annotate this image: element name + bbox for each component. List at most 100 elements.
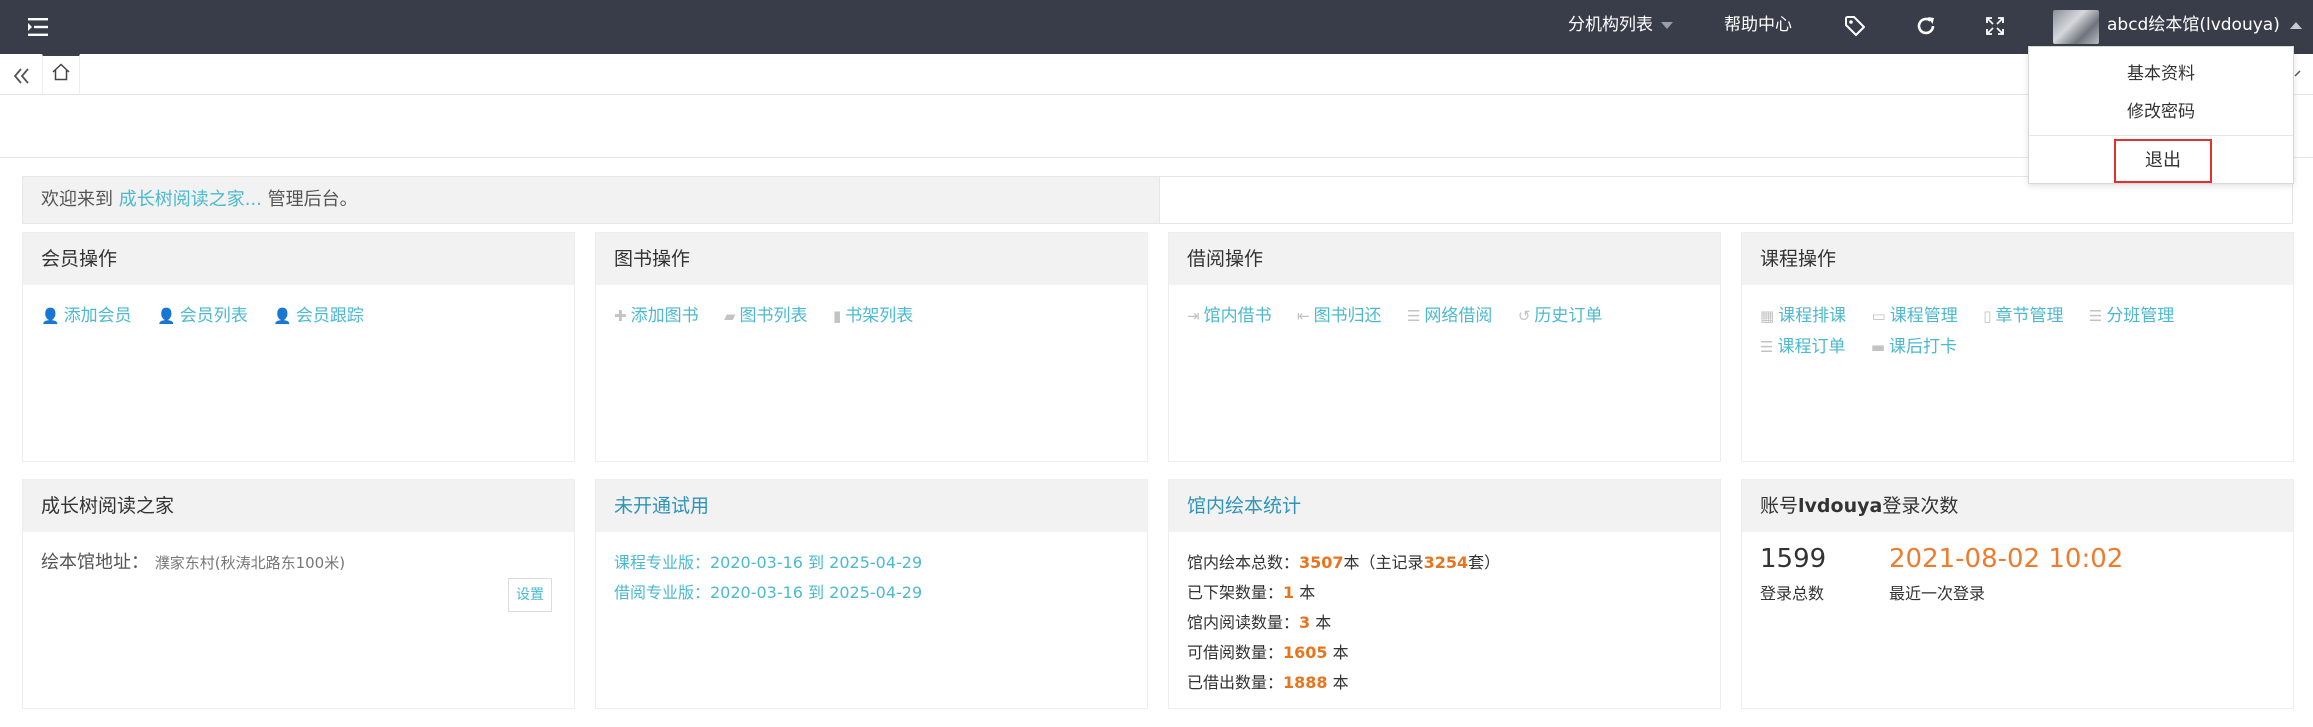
change-password-menu-item[interactable]: 修改密码 [2029, 97, 2293, 122]
member-list-link[interactable]: 👤 会员列表 [157, 301, 248, 332]
book-list-label: 图书列表 [739, 306, 808, 326]
trial-title[interactable]: 未开通试用 [596, 480, 1147, 532]
file-icon: ▯ [1983, 307, 1992, 325]
borrow-ops-list: ⇥ 馆内借书 ⇤ 图书归还 ☰ 网络借阅 ↺ 历史订单 [1169, 285, 1720, 348]
stat-total-unit: 本（主记录 [1343, 553, 1424, 572]
org-name-link[interactable]: 成长树阅读之家... [119, 189, 262, 210]
stat-reading-value: 3 [1299, 613, 1311, 632]
menu-toggle-icon[interactable] [25, 14, 51, 40]
address-label: 绘本馆地址： [41, 552, 149, 573]
stat-master-value: 3254 [1423, 553, 1469, 572]
checkin-link[interactable]: ▬ 课后打卡 [1871, 332, 1957, 363]
user-add-icon: 👤 [41, 307, 60, 325]
stat-off-value: 1 [1283, 583, 1295, 602]
trial-body: 课程专业版：2020-03-16 到 2025-04-29 借阅专业版：2020… [596, 532, 1147, 624]
add-book-link[interactable]: ✚ 添加图书 [614, 301, 699, 332]
add-book-label: 添加图书 [630, 306, 699, 326]
list-icon: ☰ [2088, 307, 2103, 325]
logout-menu-item[interactable]: 退出 [2114, 139, 2212, 183]
stat-total-label: 馆内绘本总数： [1187, 553, 1300, 572]
login-title-account: lvdouya [1798, 495, 1883, 517]
in-library-borrow-link[interactable]: ⇥ 馆内借书 [1187, 301, 1272, 332]
toolbar-strip [0, 95, 2313, 158]
book-ops-title: 图书操作 [596, 233, 1147, 285]
online-borrow-label: 网络借阅 [1424, 306, 1493, 326]
tab-bar [0, 54, 2313, 95]
user-name: abcd绘本馆(lvdouya) [2107, 15, 2280, 35]
stat-reading-label: 馆内阅读数量： [1187, 613, 1300, 632]
stat-available: 可借阅数量：1605 本 [1187, 638, 1702, 668]
tab-scroll-right-icon[interactable] [2293, 66, 2307, 80]
book-ops-card: 图书操作 ✚ 添加图书 ▰ 图书列表 ▮ 书架列表 [595, 232, 1148, 462]
stat-lent-label: 已借出数量： [1187, 673, 1284, 692]
member-tracking-label: 会员跟踪 [295, 306, 364, 326]
profile-menu-item[interactable]: 基本资料 [2029, 59, 2293, 84]
stat-off-shelf: 已下架数量：1 本 [1187, 578, 1702, 608]
borrow-ops-card: 借阅操作 ⇥ 馆内借书 ⇤ 图书归还 ☰ 网络借阅 ↺ 历史订单 [1168, 232, 1721, 462]
stat-available-value: 1605 [1283, 643, 1328, 662]
book-stats-card: 馆内绘本统计 馆内绘本总数：3507本（主记录3254套） 已下架数量：1 本 … [1168, 479, 1721, 709]
stat-off-label: 已下架数量： [1187, 583, 1284, 602]
last-login-label: 最近一次登录 [1889, 584, 1986, 603]
book-return-label: 图书归还 [1313, 306, 1382, 326]
course-pro-line: 课程专业版：2020-03-16 到 2025-04-29 [614, 553, 923, 572]
login-title-prefix: 账号 [1760, 495, 1799, 517]
book-list-link[interactable]: ▰ 图书列表 [724, 301, 808, 332]
stat-master-unit: 套） [1468, 553, 1501, 572]
stat-available-label: 可借阅数量： [1187, 643, 1284, 662]
history-orders-link[interactable]: ↺ 历史订单 [1518, 301, 1603, 332]
welcome-prefix: 欢迎来到 [41, 189, 113, 210]
avatar[interactable] [2053, 10, 2099, 44]
book-return-link[interactable]: ⇤ 图书归还 [1297, 301, 1382, 332]
branch-list-menu[interactable]: 分机构列表 [1568, 0, 1673, 54]
stat-unit: 本 [1315, 613, 1332, 632]
stat-unit: 本 [1299, 583, 1316, 602]
calendar-icon: ▦ [1760, 307, 1775, 325]
welcome-banner: 欢迎来到 成长树阅读之家... 管理后台。 [22, 176, 1160, 224]
help-center-link[interactable]: 帮助中心 [1724, 0, 1792, 54]
course-orders-link[interactable]: ☰ 课程订单 [1760, 332, 1845, 363]
help-center-label: 帮助中心 [1724, 15, 1792, 35]
member-tracking-link[interactable]: 👤 会员跟踪 [273, 301, 364, 332]
course-schedule-link[interactable]: ▦ 课程排课 [1760, 301, 1846, 332]
user-icon: 👤 [273, 307, 292, 325]
chevron-up-icon [2289, 21, 2302, 29]
chapter-manage-link[interactable]: ▯ 章节管理 [1983, 301, 2063, 332]
plus-icon: ✚ [614, 307, 627, 325]
checkin-label: 课后打卡 [1889, 337, 1958, 357]
address-value: 濮家东村(秋涛北路东100米) [154, 554, 346, 572]
add-member-link[interactable]: 👤 添加会员 [41, 301, 132, 332]
stat-total: 馆内绘本总数：3507本（主记录3254套） [1187, 548, 1702, 578]
online-borrow-link[interactable]: ☰ 网络借阅 [1407, 301, 1492, 332]
chevron-down-icon [1661, 21, 1673, 29]
refresh-icon[interactable] [1914, 14, 1938, 38]
chapter-manage-label: 章节管理 [1995, 306, 2064, 326]
bookmark-icon: ▮ [832, 307, 842, 325]
settings-button[interactable]: 设置 [508, 578, 552, 612]
library-name-title: 成长树阅读之家 [23, 480, 574, 532]
tab-home[interactable] [42, 54, 80, 94]
last-login-block: 2021-08-02 10:02 最近一次登录 [1889, 544, 2123, 604]
double-chevron-left-icon[interactable] [12, 66, 32, 86]
member-list-label: 会员列表 [179, 306, 248, 326]
top-navbar: 分机构列表 帮助中心 abcd绘本馆(lvdouya) [0, 0, 2313, 54]
book-stats-title[interactable]: 馆内绘本统计 [1169, 480, 1720, 532]
class-manage-link[interactable]: ☰ 分班管理 [2089, 301, 2174, 332]
library-address: 绘本馆地址： 濮家东村(秋涛北路东100米) [41, 548, 556, 574]
home-icon [52, 63, 70, 81]
book-icon: ▰ [723, 307, 736, 325]
course-manage-link[interactable]: ▭ 课程管理 [1872, 301, 1958, 332]
user-icon: 👤 [157, 307, 176, 325]
book-ops-list: ✚ 添加图书 ▰ 图书列表 ▮ 书架列表 [596, 285, 1147, 348]
shelf-list-label: 书架列表 [845, 306, 914, 326]
tag-icon[interactable] [1843, 14, 1867, 38]
fullscreen-icon[interactable] [1983, 14, 2007, 38]
shelf-list-link[interactable]: ▮ 书架列表 [833, 301, 913, 332]
borrow-ops-title: 借阅操作 [1169, 233, 1720, 285]
login-count-label: 登录总数 [1760, 584, 1825, 603]
login-count-block: 1599 登录总数 [1760, 544, 1826, 604]
stat-unit: 本 [1332, 673, 1349, 692]
list-icon: ☰ [1406, 307, 1421, 325]
history-icon: ↺ [1517, 307, 1531, 325]
login-title-suffix: 登录次数 [1882, 495, 1959, 517]
